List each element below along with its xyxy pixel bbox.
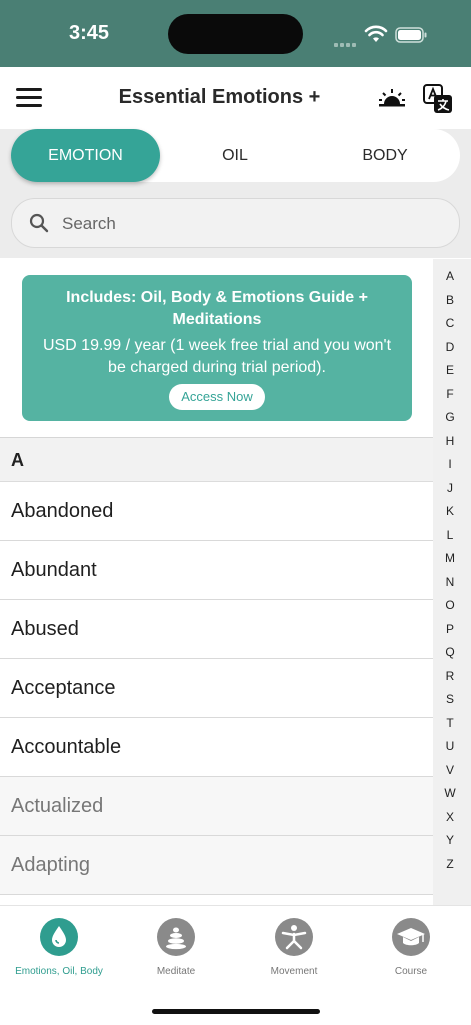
- list-item[interactable]: Abused: [0, 600, 433, 659]
- index-letter[interactable]: S: [433, 692, 467, 706]
- index-letter[interactable]: E: [433, 363, 467, 377]
- cellular-signal-icon: [334, 34, 358, 47]
- index-letter[interactable]: X: [433, 810, 467, 824]
- index-letter[interactable]: C: [433, 316, 467, 330]
- index-letter[interactable]: O: [433, 598, 467, 612]
- list-item[interactable]: Acceptance: [0, 659, 433, 718]
- tab-body[interactable]: BODY: [310, 129, 460, 182]
- search-bar[interactable]: [11, 198, 460, 248]
- list-item[interactable]: Adapting: [0, 836, 433, 895]
- app-header: Essential Emotions +: [0, 67, 471, 129]
- index-letter[interactable]: U: [433, 739, 467, 753]
- index-letter[interactable]: A: [433, 269, 467, 283]
- status-time: 3:45: [69, 22, 110, 44]
- index-letter[interactable]: D: [433, 340, 467, 354]
- section-header: A: [0, 437, 433, 482]
- list-item[interactable]: Abundant: [0, 541, 433, 600]
- index-letter[interactable]: W: [433, 786, 467, 800]
- search-input[interactable]: [60, 211, 424, 237]
- index-letter[interactable]: K: [433, 504, 467, 518]
- index-letter[interactable]: F: [433, 387, 467, 401]
- tab-emotion[interactable]: EMOTION: [11, 129, 160, 182]
- segmented-control: EMOTION OIL BODY: [11, 129, 460, 182]
- index-letter[interactable]: T: [433, 716, 467, 730]
- index-letter[interactable]: R: [433, 669, 467, 683]
- search-bar-container: [0, 192, 471, 258]
- tabbar-label: Movement: [270, 966, 318, 977]
- index-letter[interactable]: Z: [433, 857, 467, 871]
- tabbar-item-emotions[interactable]: Emotions, Oil, Body: [9, 918, 109, 978]
- index-letter[interactable]: N: [433, 575, 467, 589]
- index-letter[interactable]: H: [433, 434, 467, 448]
- tabbar-label: Course: [394, 966, 428, 977]
- search-icon: [29, 213, 49, 233]
- tabbar-label: Emotions, Oil, Body: [15, 966, 103, 977]
- access-now-button[interactable]: Access Now: [169, 384, 265, 410]
- index-letter[interactable]: J: [433, 481, 467, 495]
- promo-price: USD 19.99 / year (1 week free trial and …: [42, 337, 392, 376]
- page-title: Essential Emotions +: [118, 86, 321, 108]
- translate-icon[interactable]: [422, 83, 454, 115]
- status-bar: 3:45: [0, 0, 471, 67]
- list-item[interactable]: Accountable: [0, 718, 433, 777]
- tabbar-item-meditate[interactable]: Meditate: [126, 918, 226, 978]
- index-letter[interactable]: Y: [433, 833, 467, 847]
- tabs-container: EMOTION OIL BODY: [0, 129, 471, 192]
- list-item[interactable]: Actualized: [0, 777, 433, 836]
- index-letter[interactable]: B: [433, 293, 467, 307]
- home-indicator: [152, 1009, 320, 1014]
- index-letter[interactable]: L: [433, 528, 467, 542]
- list-item[interactable]: Abandoned: [0, 482, 433, 541]
- stones-icon: [157, 918, 195, 956]
- index-letter[interactable]: G: [433, 410, 467, 424]
- yoga-icon: [275, 918, 313, 956]
- tabbar-item-movement[interactable]: Movement: [244, 918, 344, 978]
- emotion-list: A Abandoned Abundant Abused Acceptance A…: [0, 437, 433, 895]
- alphabet-index[interactable]: ABCDEFGHIJKLMNOPQRSTUVWXYZ: [433, 259, 471, 905]
- promo-banner: Includes: Oil, Body & Emotions Guide + M…: [22, 275, 412, 421]
- tab-oil[interactable]: OIL: [160, 129, 310, 182]
- wifi-icon: [364, 25, 388, 42]
- index-letter[interactable]: P: [433, 622, 467, 636]
- battery-icon: [395, 27, 427, 43]
- sunset-icon[interactable]: [378, 88, 406, 108]
- tabbar-item-course[interactable]: Course: [361, 918, 461, 978]
- index-letter[interactable]: V: [433, 763, 467, 777]
- bottom-tab-bar: Emotions, Oil, Body Meditate Movement Co…: [0, 905, 471, 1025]
- index-letter[interactable]: Q: [433, 645, 467, 659]
- graduation-cap-icon: [392, 918, 430, 956]
- dynamic-island: [168, 14, 303, 54]
- index-letter[interactable]: I: [433, 457, 467, 471]
- index-letter[interactable]: M: [433, 551, 467, 565]
- tabbar-label: Meditate: [156, 966, 196, 977]
- drop-icon: [40, 918, 78, 956]
- promo-title: Includes: Oil, Body & Emotions Guide + M…: [66, 289, 368, 328]
